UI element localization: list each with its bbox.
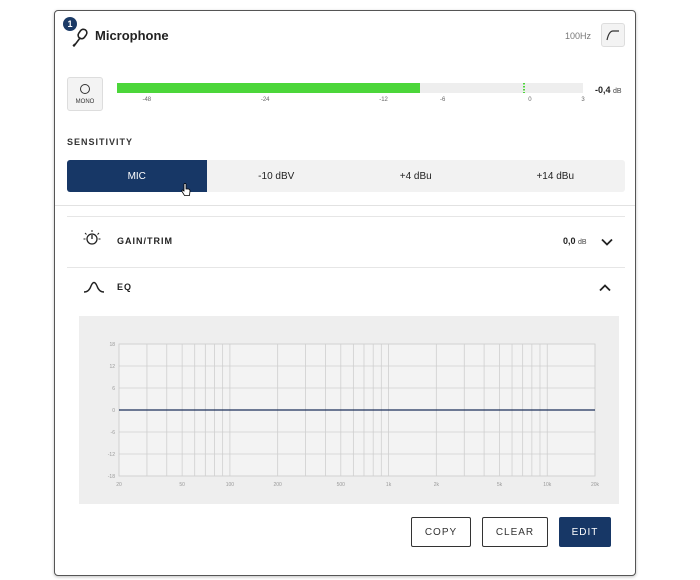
level-meter-scale: -48 -24 -12 -6 0 3 bbox=[117, 97, 585, 107]
eq-x-tick-label: 5k bbox=[497, 482, 503, 488]
eq-x-tick-label: 1k bbox=[386, 482, 392, 488]
pointer-cursor-icon bbox=[181, 183, 191, 196]
eq-x-tick-label: 50 bbox=[179, 482, 185, 488]
eq-y-tick-label: 6 bbox=[112, 386, 115, 392]
gain-knob-icon bbox=[83, 230, 101, 245]
eq-y-tick-label: -18 bbox=[108, 474, 115, 480]
gain-trim-title: GAIN/TRIM bbox=[117, 236, 173, 246]
high-pass-filter-icon bbox=[606, 30, 619, 41]
sensitivity-option-plus14dbu[interactable]: +14 dBu bbox=[486, 160, 626, 192]
level-value: -0,4 bbox=[595, 85, 611, 95]
meter-tick-label: -6 bbox=[440, 97, 446, 103]
eq-x-tick-label: 10k bbox=[543, 482, 552, 488]
eq-curve-icon bbox=[83, 281, 105, 293]
meter-tick-label: 3 bbox=[581, 97, 585, 103]
mono-button[interactable]: MONO bbox=[67, 77, 103, 111]
hpf-frequency: 100Hz bbox=[565, 31, 592, 41]
meter-tick-label: -12 bbox=[379, 97, 388, 103]
peak-hold-marker bbox=[522, 83, 525, 93]
eq-y-tick-label: -12 bbox=[108, 452, 115, 458]
gain-trim-section[interactable]: GAIN/TRIM 0,0 dB bbox=[67, 216, 625, 262]
eq-response-graph[interactable]: 18 12 6 0 -6 -12 -1820 50 100 200 500 1k 2k 5k 10k 20k bbox=[79, 316, 619, 504]
hpf-button[interactable] bbox=[601, 23, 625, 47]
chevron-down-icon[interactable] bbox=[601, 238, 613, 246]
eq-x-tick-label: 20k bbox=[591, 482, 600, 488]
gain-trim-value: 0,0 bbox=[563, 236, 576, 246]
copy-button[interactable]: COPY bbox=[411, 517, 471, 547]
edit-button[interactable]: EDIT bbox=[559, 517, 611, 547]
mono-circle-icon bbox=[80, 84, 90, 94]
eq-x-tick-label: 100 bbox=[226, 482, 235, 488]
mono-label: MONO bbox=[75, 99, 95, 105]
section-divider bbox=[55, 205, 635, 206]
eq-x-tick-label: 2k bbox=[434, 482, 440, 488]
meter-tick-label: -24 bbox=[260, 97, 270, 103]
meter-tick-label: 0 bbox=[528, 97, 532, 103]
eq-y-tick-label: 0 bbox=[112, 408, 115, 414]
sensitivity-option-minus10dbv[interactable]: -10 dBV bbox=[207, 160, 347, 192]
sensitivity-label: SENSITIVITY bbox=[67, 137, 134, 147]
eq-y-tick-label: 18 bbox=[109, 342, 115, 348]
microphone-icon bbox=[72, 28, 88, 47]
meter-tick-label: -48 bbox=[142, 97, 152, 103]
eq-y-tick-label: 12 bbox=[109, 364, 115, 370]
gain-trim-unit: dB bbox=[578, 239, 587, 246]
eq-x-tick-label: 20 bbox=[116, 482, 122, 488]
clear-button[interactable]: CLEAR bbox=[482, 517, 548, 547]
level-meter bbox=[117, 83, 583, 93]
gain-trim-readout: 0,0 dB bbox=[563, 236, 587, 246]
eq-x-tick-label: 500 bbox=[337, 482, 346, 488]
level-readout: -0,4 dB bbox=[595, 85, 622, 95]
channel-panel: 1 Microphone 100Hz MONO -48 -24 -12 -6 0 3 -0… bbox=[54, 10, 636, 576]
level-meter-fill bbox=[117, 83, 421, 93]
channel-title: Microphone bbox=[95, 28, 169, 43]
chevron-up-icon[interactable] bbox=[599, 284, 611, 292]
level-unit: dB bbox=[613, 88, 622, 95]
eq-title: EQ bbox=[117, 282, 133, 292]
sensitivity-option-plus4dbu[interactable]: +4 dBu bbox=[346, 160, 486, 192]
eq-x-tick-label: 200 bbox=[273, 482, 282, 488]
sensitivity-selector: MIC -10 dBV +4 dBu +14 dBu bbox=[67, 160, 625, 192]
eq-y-tick-label: -6 bbox=[111, 430, 116, 436]
